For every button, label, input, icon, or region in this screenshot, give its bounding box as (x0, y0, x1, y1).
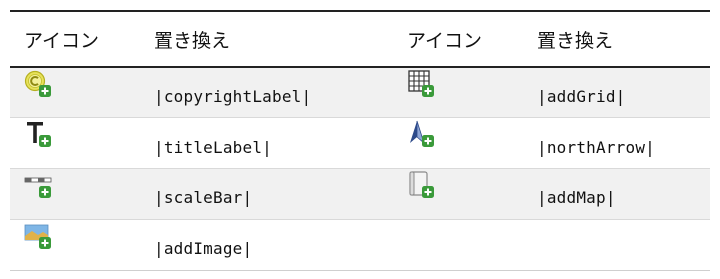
copyright-label-add-icon (24, 70, 54, 100)
replacement-text: |addImage| (154, 239, 253, 259)
header-row: アイコン 置き換え アイコン 置き換え (10, 10, 710, 68)
replacement-text: |titleLabel| (154, 137, 272, 157)
table-row: |addImage| (10, 219, 710, 271)
table-row: |titleLabel| |northArrow| (10, 117, 710, 169)
header-icon-right: アイコン (393, 10, 523, 68)
add-grid-icon (407, 70, 437, 100)
header-icon-left: アイコン (10, 10, 140, 68)
header-replacement-right: 置き換え (523, 10, 710, 68)
replacement-text: |northArrow| (537, 137, 655, 157)
header-replacement-left: 置き換え (140, 10, 393, 68)
title-label-add-icon (24, 120, 54, 150)
replacement-text: |addGrid| (537, 87, 626, 107)
add-image-icon (24, 222, 54, 252)
scale-bar-add-icon (24, 171, 54, 201)
replacement-text: |scaleBar| (154, 188, 253, 208)
empty-icon-cell (393, 219, 523, 271)
table-row: |scaleBar| |addMap| (10, 168, 710, 220)
north-arrow-add-icon (407, 120, 437, 150)
substitution-table: アイコン 置き換え アイコン 置き換え |copyrightLabel| |ad… (10, 10, 710, 271)
add-map-icon (407, 171, 437, 201)
replacement-text: |addMap| (537, 188, 616, 208)
empty-replacement-cell (523, 219, 710, 271)
replacement-text: |copyrightLabel| (154, 87, 312, 107)
table-row: |copyrightLabel| |addGrid| (10, 67, 710, 119)
